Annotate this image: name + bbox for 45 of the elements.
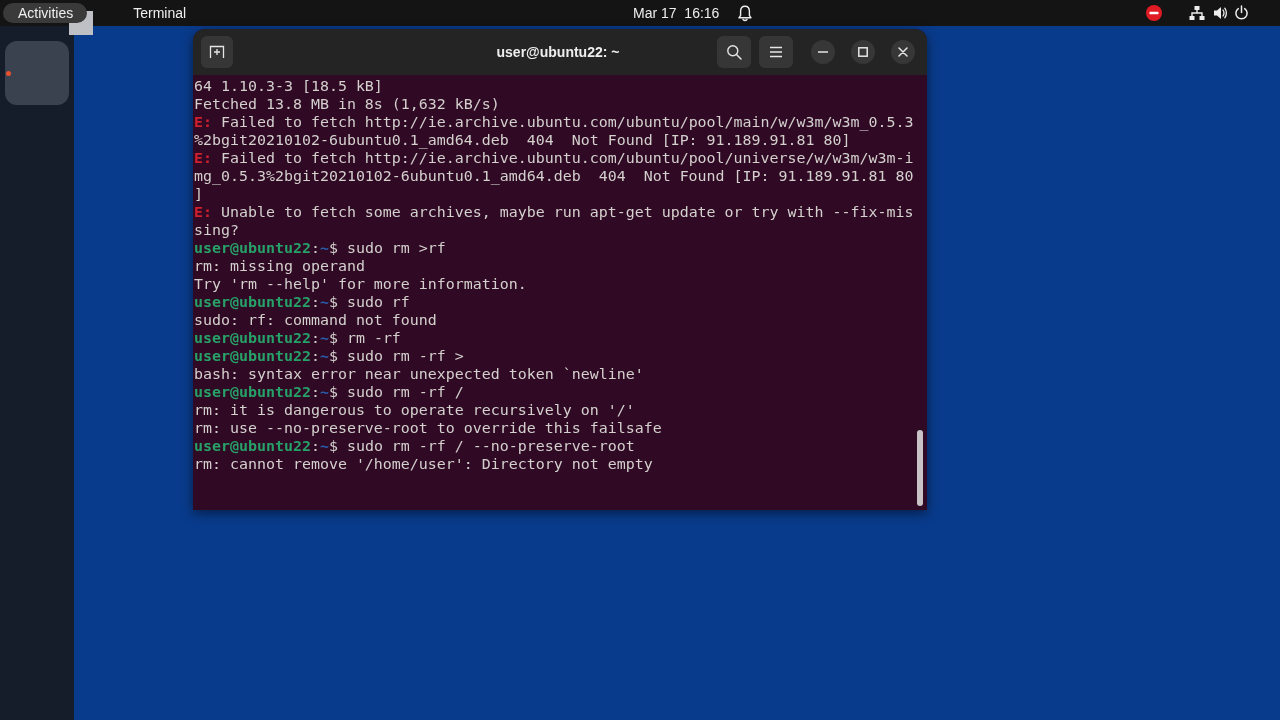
- new-tab-icon: [209, 44, 225, 60]
- prompt-line: user@ubuntu22:~$ sudo rm -rf /: [194, 383, 464, 401]
- activities-button[interactable]: Activities: [3, 3, 88, 23]
- new-tab-button[interactable]: [201, 36, 233, 68]
- output-line: rm: cannot remove '/home/user': Directory not empty: [194, 455, 653, 473]
- output-line: sing?: [194, 221, 239, 239]
- prompt-line: user@ubuntu22:~$ sudo rm -rf / --no-preserve-root: [194, 437, 635, 455]
- output-line: bash: syntax error near unexpected token `newline': [194, 365, 644, 383]
- network-icon[interactable]: [1189, 5, 1205, 21]
- app-tile[interactable]: [5, 41, 69, 105]
- output-line: mg_0.5.3%2bgit20210102-6ubuntu0.1_amd64.deb 404 Not Found [IP: 91.189.91.81 80: [194, 167, 914, 185]
- output-line: rm: it is dangerous to operate recursively on '/': [194, 401, 635, 419]
- output-line: Try 'rm --help' for more information.: [194, 275, 527, 293]
- output-line: rm: use --no-preserve-root to override this failsafe: [194, 419, 662, 437]
- app-menu[interactable]: Terminal: [133, 5, 187, 21]
- search-button[interactable]: [717, 36, 751, 68]
- prompt-line: user@ubuntu22:~$ sudo rm >rf: [194, 239, 446, 257]
- maximize-button[interactable]: [851, 40, 875, 64]
- output-line: ]: [194, 185, 203, 203]
- menu-button[interactable]: [759, 36, 793, 68]
- output-line: rm: missing operand: [194, 257, 365, 275]
- scrollbar-thumb[interactable]: [917, 430, 923, 506]
- minimize-button[interactable]: [811, 40, 835, 64]
- speaker-icon[interactable]: [1213, 5, 1228, 21]
- clock[interactable]: Mar 17 16:16: [633, 5, 720, 21]
- error-line: E: Failed to fetch http://ie.archive.ubuntu.com/ubuntu/pool/main/w/w3m/w3m_0.5.3: [194, 113, 914, 131]
- power-icon[interactable]: [1234, 5, 1249, 21]
- output-line: 64 1.10.3-3 [18.5 kB]: [194, 77, 383, 95]
- search-icon: [726, 44, 742, 60]
- close-button[interactable]: [891, 40, 915, 64]
- error-line: E: Failed to fetch http://ie.archive.ubuntu.com/ubuntu/pool/universe/w/w3m/w3m-i: [194, 149, 914, 167]
- close-icon: [898, 47, 908, 57]
- bell-icon[interactable]: [738, 4, 753, 22]
- output-line: sudo: rf: command not found: [194, 311, 437, 329]
- prompt-line: user@ubuntu22:~$ sudo rm -rf >: [194, 347, 464, 365]
- minimize-icon: [818, 51, 828, 53]
- output-line: Fetched 13.8 MB in 8s (1,632 kB/s): [194, 95, 500, 113]
- output-line: %2bgit20210102-6ubuntu0.1_amd64.deb 404 Not Found [IP: 91.189.91.81 80]: [194, 131, 851, 149]
- window-title: user@ubuntu22: ~: [496, 44, 620, 60]
- maximize-icon: [858, 47, 868, 57]
- prompt-line: user@ubuntu22:~$ rm -rf: [194, 329, 401, 347]
- prompt-line: user@ubuntu22:~$ sudo rf: [194, 293, 410, 311]
- menu-icon: [769, 46, 783, 58]
- no-entry-icon[interactable]: [1146, 5, 1162, 21]
- error-line: E: Unable to fetch some archives, maybe run apt-get update or try with --fix-mis: [194, 203, 914, 221]
